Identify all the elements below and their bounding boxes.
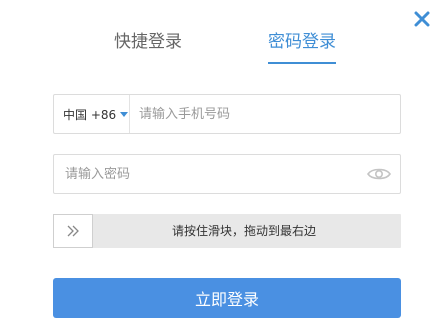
country-code-label: 中国 +86 xyxy=(63,107,117,122)
tab-quick-login[interactable]: 快捷登录 xyxy=(114,28,182,64)
country-code-select[interactable]: 中国 +86 xyxy=(54,95,130,133)
phone-field-group: 中国 +86 xyxy=(53,94,401,134)
slider-handle[interactable] xyxy=(53,214,93,248)
login-tabs: 快捷登录 密码登录 xyxy=(0,28,443,64)
slider-captcha: 请按住滑块，拖动到最右边 xyxy=(53,214,401,248)
password-input[interactable] xyxy=(54,155,358,193)
double-chevron-right-icon xyxy=(67,225,79,237)
password-field-group xyxy=(53,154,401,194)
tab-password-login[interactable]: 密码登录 xyxy=(268,28,336,64)
login-button[interactable]: 立即登录 xyxy=(53,278,401,318)
phone-input[interactable] xyxy=(130,95,400,133)
slider-hint-text: 请按住滑块，拖动到最右边 xyxy=(171,224,316,238)
caret-down-icon xyxy=(120,111,129,117)
toggle-password-visibility-button[interactable] xyxy=(358,155,400,193)
close-button[interactable] xyxy=(412,9,432,29)
close-icon xyxy=(414,11,430,27)
eye-icon xyxy=(367,168,391,180)
